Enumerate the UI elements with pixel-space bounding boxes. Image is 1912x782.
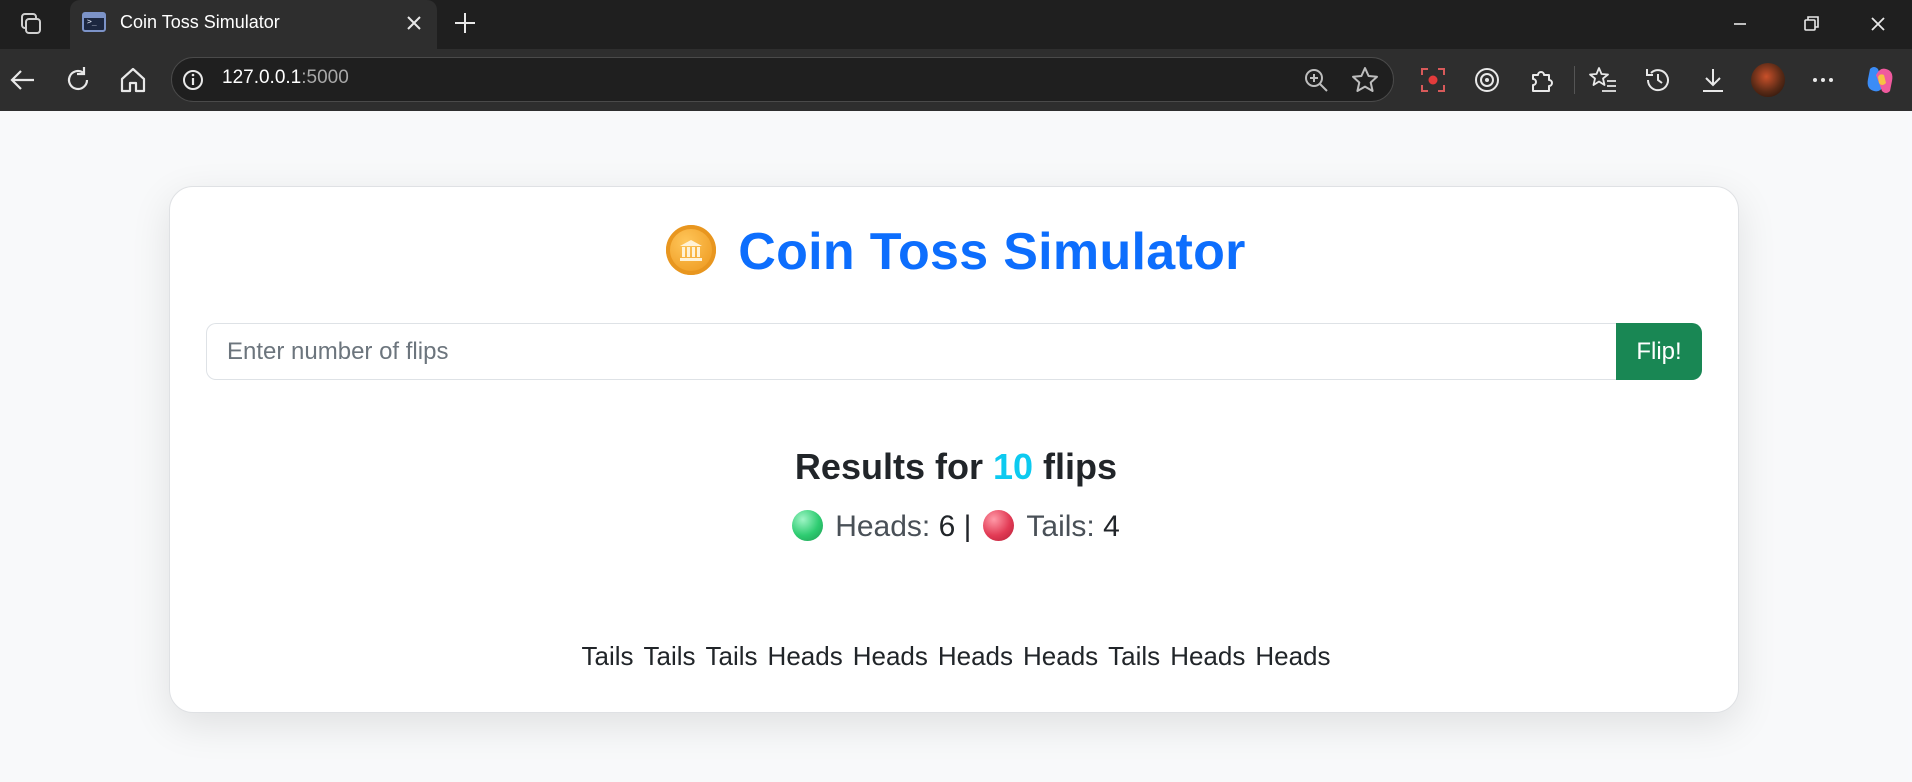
home-icon[interactable] <box>116 63 150 97</box>
restore-icon[interactable] <box>1790 8 1830 40</box>
screen-capture-icon[interactable] <box>1418 65 1448 95</box>
tails-label: Tails: <box>1026 510 1095 543</box>
history-icon[interactable] <box>1643 65 1673 95</box>
favorite-star-icon[interactable] <box>1350 65 1380 95</box>
heads-ball-icon <box>792 510 824 541</box>
flip-button[interactable]: Flip! <box>1616 323 1702 380</box>
tails-count: 4 <box>1103 510 1120 543</box>
results-summary: Heads: 6 | Tails: 4 <box>0 510 1912 544</box>
toolbar-divider <box>1574 66 1575 94</box>
extensions-icon[interactable] <box>1527 65 1557 95</box>
site-info-icon[interactable] <box>181 68 205 92</box>
address-bar[interactable] <box>171 57 1394 102</box>
flip-result: Heads <box>1170 641 1246 671</box>
flip-count-input[interactable] <box>206 323 1617 380</box>
terminal-favicon-icon: >_ <box>82 12 106 32</box>
flip-count-value: 10 <box>992 446 1034 487</box>
url-port: :5000 <box>301 67 349 88</box>
page-title: Coin Toss Simulator <box>0 222 1912 282</box>
flip-result: Heads <box>937 641 1014 671</box>
reload-icon[interactable] <box>61 63 95 97</box>
zoom-icon[interactable] <box>1302 66 1330 94</box>
flip-result: Heads <box>852 641 928 671</box>
flip-result: Tails <box>643 641 696 671</box>
browser-titlebar: >_ Coin Toss Simulator <box>0 0 1912 49</box>
minimize-icon[interactable] <box>1720 8 1760 40</box>
tab-title: Coin Toss Simulator <box>120 12 280 32</box>
new-tab-icon[interactable] <box>450 8 480 38</box>
flip-result: Tails <box>1108 641 1161 671</box>
more-options-icon[interactable] <box>1808 65 1838 95</box>
results-heading: Results for 10 flips <box>0 446 1912 488</box>
back-icon[interactable] <box>6 63 40 97</box>
downloads-icon[interactable] <box>1698 65 1728 95</box>
summary-separator: | <box>963 510 972 543</box>
url-text[interactable]: 127.0.0.1:5000 <box>222 67 349 89</box>
flip-result: Tails <box>705 641 758 671</box>
tails-ball-icon <box>983 510 1015 541</box>
flip-result: Tails <box>581 641 634 671</box>
favorites-icon[interactable] <box>1588 65 1618 95</box>
flip-result: Heads <box>767 641 843 671</box>
flip-result: Heads <box>1255 641 1331 671</box>
results-prefix: Results for <box>794 446 983 487</box>
page-title-text: Coin Toss Simulator <box>738 223 1246 281</box>
copilot-circle-icon[interactable] <box>1472 65 1502 95</box>
flip-results-list: Tails Tails Tails Heads Heads Heads Heads Tails… <box>0 641 1912 672</box>
profile-avatar[interactable] <box>1751 63 1785 97</box>
copilot-icon[interactable] <box>1862 63 1898 97</box>
heads-label: Heads: <box>835 510 931 543</box>
workspaces-icon[interactable] <box>16 10 44 38</box>
browser-tab[interactable]: >_ Coin Toss Simulator <box>70 0 437 49</box>
close-window-icon[interactable] <box>1858 8 1898 40</box>
flip-result: Heads <box>1023 641 1099 671</box>
coin-icon <box>666 225 717 275</box>
close-tab-icon[interactable] <box>403 12 425 34</box>
results-suffix: flips <box>1043 446 1118 487</box>
url-host: 127.0.0.1 <box>222 67 302 88</box>
heads-count: 6 <box>938 510 956 543</box>
